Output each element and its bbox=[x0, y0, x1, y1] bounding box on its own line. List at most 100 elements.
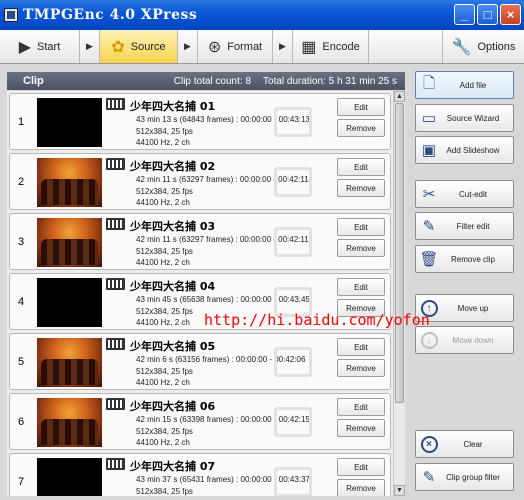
scroll-up-arrow-icon[interactable]: ▲ bbox=[394, 91, 405, 102]
scissors-icon: ✂ bbox=[422, 186, 436, 203]
format-button[interactable]: ⊛ Format bbox=[198, 30, 273, 63]
film-watermark-icon bbox=[274, 467, 312, 496]
options-button[interactable]: 🔧 Options bbox=[443, 30, 524, 63]
edit-button[interactable]: Edit bbox=[337, 338, 385, 356]
add-file-icon: 🗋 bbox=[422, 74, 436, 92]
clear-x-icon: × bbox=[419, 434, 439, 454]
cut-edit-button[interactable]: ✂ Cut-edit bbox=[415, 180, 514, 208]
edit-button[interactable]: Edit bbox=[337, 98, 385, 116]
window-controls: _ □ × bbox=[454, 4, 521, 25]
clip-name: 少年四大名捕 06 bbox=[130, 400, 216, 413]
source-wizard-button[interactable]: ▭ Source Wizard bbox=[415, 104, 514, 132]
title-bar: TMPGEnc 4.0 XPress _ □ × bbox=[0, 0, 524, 30]
clip-group-filter-label: Clip group filter bbox=[446, 472, 500, 482]
start-button[interactable]: ▶ Start bbox=[0, 30, 80, 63]
clip-number: 5 bbox=[18, 355, 25, 368]
clip-video-info: 512x384, 25 fps bbox=[136, 487, 193, 496]
clip-row[interactable]: 5 少年四大名捕 05 42 min 6 s (63156 frames) : … bbox=[9, 333, 391, 390]
clip-row[interactable]: 1 少年四大名捕 01 43 min 13 s (64843 frames) :… bbox=[9, 93, 391, 150]
remove-clip-button[interactable]: 🗑 Remove clip bbox=[415, 245, 514, 273]
clip-group-filter-button[interactable]: ✎ Clip group filter bbox=[415, 463, 514, 491]
move-up-label: Move up bbox=[457, 303, 489, 313]
clip-panel-title: Clip bbox=[23, 75, 44, 87]
clip-row[interactable]: 7 少年四大名捕 07 43 min 37 s (65431 frames) :… bbox=[9, 453, 391, 496]
clip-list[interactable]: 1 少年四大名捕 01 43 min 13 s (64843 frames) :… bbox=[7, 91, 393, 496]
clip-name: 少年四大名捕 01 bbox=[130, 100, 216, 113]
film-icon bbox=[106, 218, 125, 230]
main-toolbar: ▶ Start ▶ ✿ Source ▶ ⊛ Format ▶ ▦ Encode… bbox=[0, 30, 524, 64]
move-down-icon: ↓ bbox=[419, 330, 439, 350]
clip-row[interactable]: 6 少年四大名捕 06 42 min 15 s (63398 frames) :… bbox=[9, 393, 391, 450]
edit-button[interactable]: Edit bbox=[337, 278, 385, 296]
filter-edit-button[interactable]: ✎ Filter edit bbox=[415, 212, 514, 240]
edit-button[interactable]: Edit bbox=[337, 398, 385, 416]
remove-button[interactable]: Remove bbox=[337, 179, 385, 197]
clip-thumbnail bbox=[37, 278, 102, 327]
source-button[interactable]: ✿ Source bbox=[100, 30, 178, 63]
start-label: Start bbox=[37, 40, 61, 53]
add-file-button[interactable]: 🗋 Add file bbox=[415, 71, 514, 99]
clear-button[interactable]: × Clear bbox=[415, 430, 514, 458]
clip-stats: Clip total count: 8 Total duration: 5 h … bbox=[174, 76, 397, 87]
format-label: Format bbox=[227, 40, 263, 53]
clip-audio-info: 44100 Hz, 2 ch bbox=[136, 198, 190, 207]
toolbar-spacer bbox=[369, 30, 443, 63]
url-watermark: http://hi.baidu.com/yofon bbox=[204, 311, 430, 329]
move-down-label: Move down bbox=[452, 335, 494, 345]
wizard-window-icon: ▭ bbox=[421, 110, 437, 127]
clip-audio-info: 44100 Hz, 2 ch bbox=[136, 318, 190, 327]
group-filter-icon: ✎ bbox=[422, 469, 436, 486]
edit-button[interactable]: Edit bbox=[337, 158, 385, 176]
clip-name: 少年四大名捕 05 bbox=[130, 340, 216, 353]
clip-audio-info: 44100 Hz, 2 ch bbox=[136, 438, 190, 447]
clip-list-scrollbar[interactable]: ▲ ▼ bbox=[393, 91, 405, 496]
film-icon bbox=[106, 158, 125, 170]
clip-video-info: 512x384, 25 fps bbox=[136, 307, 193, 316]
clip-name: 少年四大名捕 03 bbox=[130, 220, 216, 233]
film-icon bbox=[106, 458, 125, 470]
source-wizard-label: Source Wizard bbox=[446, 113, 500, 123]
film-watermark-icon bbox=[274, 107, 312, 137]
play-icon: ▶ bbox=[18, 38, 32, 56]
film-reel-icon: ⊛ bbox=[207, 38, 222, 56]
remove-button[interactable]: Remove bbox=[337, 479, 385, 496]
slideshow-icon: ▣ bbox=[421, 142, 437, 159]
film-icon bbox=[106, 338, 125, 350]
clip-audio-info: 44100 Hz, 2 ch bbox=[136, 138, 190, 147]
film-icon bbox=[106, 398, 125, 410]
clip-thumbnail bbox=[37, 158, 102, 207]
step-arrow-icon: ▶ bbox=[273, 30, 293, 63]
source-label: Source bbox=[130, 40, 166, 53]
clip-video-info: 512x384, 25 fps bbox=[136, 367, 193, 376]
move-up-button[interactable]: ↑ Move up bbox=[415, 294, 514, 322]
remove-button[interactable]: Remove bbox=[337, 119, 385, 137]
minimize-button[interactable]: _ bbox=[454, 4, 475, 25]
clip-row[interactable]: 3 少年四大名捕 03 42 min 11 s (63297 frames) :… bbox=[9, 213, 391, 270]
film-watermark-icon bbox=[274, 167, 312, 197]
edit-button[interactable]: Edit bbox=[337, 458, 385, 476]
window-title: TMPGEnc 4.0 XPress bbox=[23, 7, 198, 23]
clip-thumbnail bbox=[37, 398, 102, 447]
clip-thumbnail bbox=[37, 98, 102, 147]
remove-button[interactable]: Remove bbox=[337, 419, 385, 437]
film-icon bbox=[106, 98, 125, 110]
edit-button[interactable]: Edit bbox=[337, 218, 385, 236]
film-strip-icon: ▦ bbox=[301, 38, 317, 56]
remove-button[interactable]: Remove bbox=[337, 239, 385, 257]
film-icon bbox=[106, 278, 125, 290]
close-button[interactable]: × bbox=[500, 4, 521, 25]
clip-total-count: Clip total count: 8 bbox=[173, 75, 252, 87]
move-down-button[interactable]: ↓ Move down bbox=[415, 326, 514, 354]
film-watermark-icon bbox=[274, 347, 312, 377]
encode-button[interactable]: ▦ Encode bbox=[293, 30, 369, 63]
filter-edit-label: Filter edit bbox=[456, 221, 490, 231]
add-slideshow-button[interactable]: ▣ Add Slideshow bbox=[415, 136, 514, 164]
clip-video-info: 512x384, 25 fps bbox=[136, 427, 193, 436]
clip-row[interactable]: 2 少年四大名捕 02 42 min 11 s (63297 frames) :… bbox=[9, 153, 391, 210]
step-arrow-icon: ▶ bbox=[178, 30, 198, 63]
remove-button[interactable]: Remove bbox=[337, 359, 385, 377]
scroll-thumb[interactable] bbox=[395, 103, 404, 403]
maximize-button[interactable]: □ bbox=[477, 4, 498, 25]
scroll-down-arrow-icon[interactable]: ▼ bbox=[394, 485, 405, 496]
clip-number: 3 bbox=[18, 235, 25, 248]
